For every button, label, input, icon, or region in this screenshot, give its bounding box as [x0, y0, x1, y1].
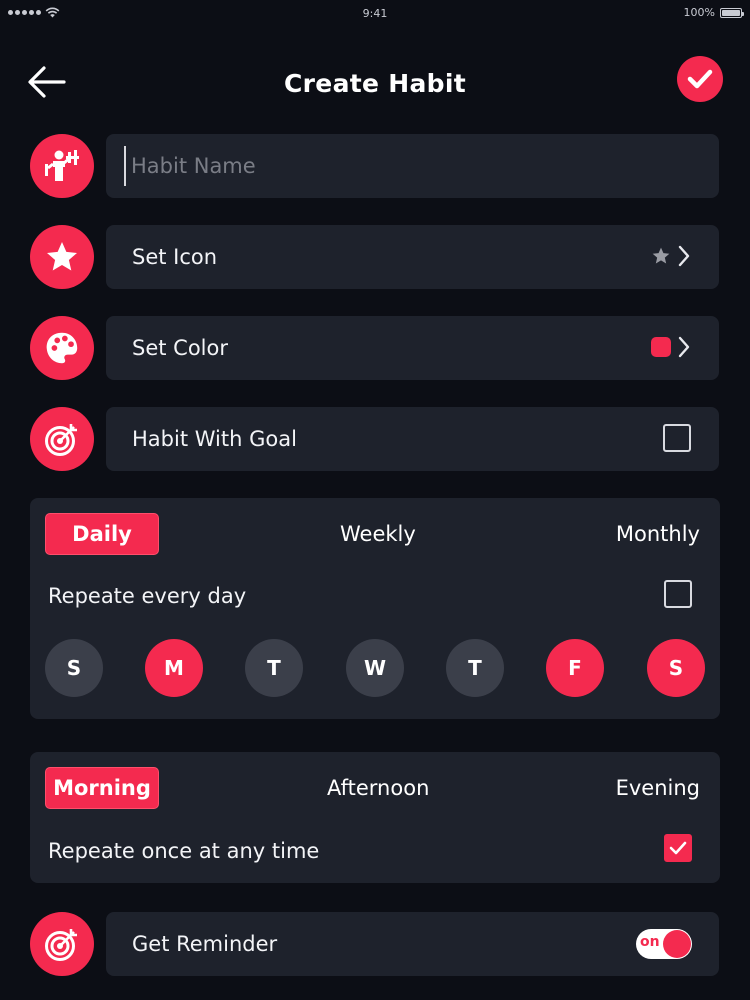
palette-icon — [46, 332, 78, 364]
target-icon — [45, 929, 77, 961]
habit-name-row — [30, 133, 720, 199]
set-color-badge — [30, 316, 94, 380]
reminder-toggle[interactable]: on — [636, 929, 692, 959]
star-icon — [652, 247, 670, 264]
repeat-every-day-label: Repeate every day — [48, 584, 247, 608]
toggle-knob — [663, 930, 691, 958]
battery-percent: 100% — [683, 6, 715, 19]
day-monday[interactable]: M — [145, 639, 203, 697]
day-sunday[interactable]: S — [45, 639, 103, 697]
color-swatch — [651, 337, 671, 357]
goal-row: Habit With Goal — [30, 406, 720, 472]
check-icon — [687, 69, 713, 89]
time-of-day-panel: Morning Afternoon Evening Repeate once a… — [30, 752, 720, 883]
repeat-once-checkbox[interactable] — [664, 834, 692, 862]
day-tuesday[interactable]: T — [245, 639, 303, 697]
chevron-right-icon — [678, 336, 690, 358]
day-saturday[interactable]: S — [647, 639, 705, 697]
habit-name-card — [106, 134, 719, 198]
repeat-once-wrap — [664, 834, 692, 862]
tab-morning[interactable]: Morning — [46, 768, 158, 808]
status-bar: 9:41 100% — [0, 0, 750, 28]
fitness-person-icon — [45, 150, 79, 181]
goal-badge — [30, 407, 94, 471]
page-title: Create Habit — [284, 69, 466, 98]
battery-indicator: 100% — [683, 6, 744, 19]
day-wednesday[interactable]: W — [346, 639, 404, 697]
habit-icon-badge — [30, 134, 94, 198]
check-icon — [669, 841, 687, 855]
reminder-card: Get Reminder on — [106, 912, 719, 976]
day-friday[interactable]: F — [546, 639, 604, 697]
set-icon-label: Set Icon — [132, 245, 218, 269]
reminder-label: Get Reminder — [132, 932, 278, 956]
tab-evening[interactable]: Evening — [616, 776, 700, 800]
set-color-row[interactable]: Set Color — [30, 315, 720, 381]
star-icon — [47, 242, 77, 271]
set-icon-badge — [30, 225, 94, 289]
goal-checkbox-wrap — [663, 424, 691, 452]
repeat-every-day-wrap — [664, 580, 692, 608]
header: Create Habit — [0, 50, 750, 116]
set-icon-value — [651, 244, 691, 268]
goal-checkbox[interactable] — [663, 424, 691, 452]
day-thursday[interactable]: T — [446, 639, 504, 697]
toggle-state-label: on — [640, 934, 660, 950]
set-color-label: Set Color — [132, 336, 228, 360]
tab-afternoon[interactable]: Afternoon — [327, 776, 429, 800]
habit-name-input[interactable] — [124, 146, 704, 186]
confirm-button[interactable] — [677, 56, 723, 102]
goal-label: Habit With Goal — [132, 427, 297, 451]
goal-card: Habit With Goal — [106, 407, 719, 471]
tab-weekly[interactable]: Weekly — [340, 522, 416, 546]
repeat-once-label: Repeate once at any time — [48, 839, 320, 863]
reminder-badge — [30, 912, 94, 976]
weekday-selector: S M T W T F S — [45, 639, 705, 697]
repeat-every-day-checkbox[interactable] — [664, 580, 692, 608]
frequency-panel: Daily Weekly Monthly Repeate every day S… — [30, 498, 720, 719]
tab-monthly[interactable]: Monthly — [616, 522, 700, 546]
status-time: 9:41 — [362, 7, 388, 20]
tab-daily[interactable]: Daily — [46, 514, 158, 554]
chevron-right-icon — [678, 245, 690, 267]
set-icon-row[interactable]: Set Icon — [30, 224, 720, 290]
set-icon-card[interactable]: Set Icon — [106, 225, 719, 289]
target-icon — [45, 424, 77, 456]
set-color-value — [651, 335, 691, 359]
reminder-row: Get Reminder on — [30, 911, 720, 977]
battery-icon — [720, 7, 744, 18]
set-color-card[interactable]: Set Color — [106, 316, 719, 380]
